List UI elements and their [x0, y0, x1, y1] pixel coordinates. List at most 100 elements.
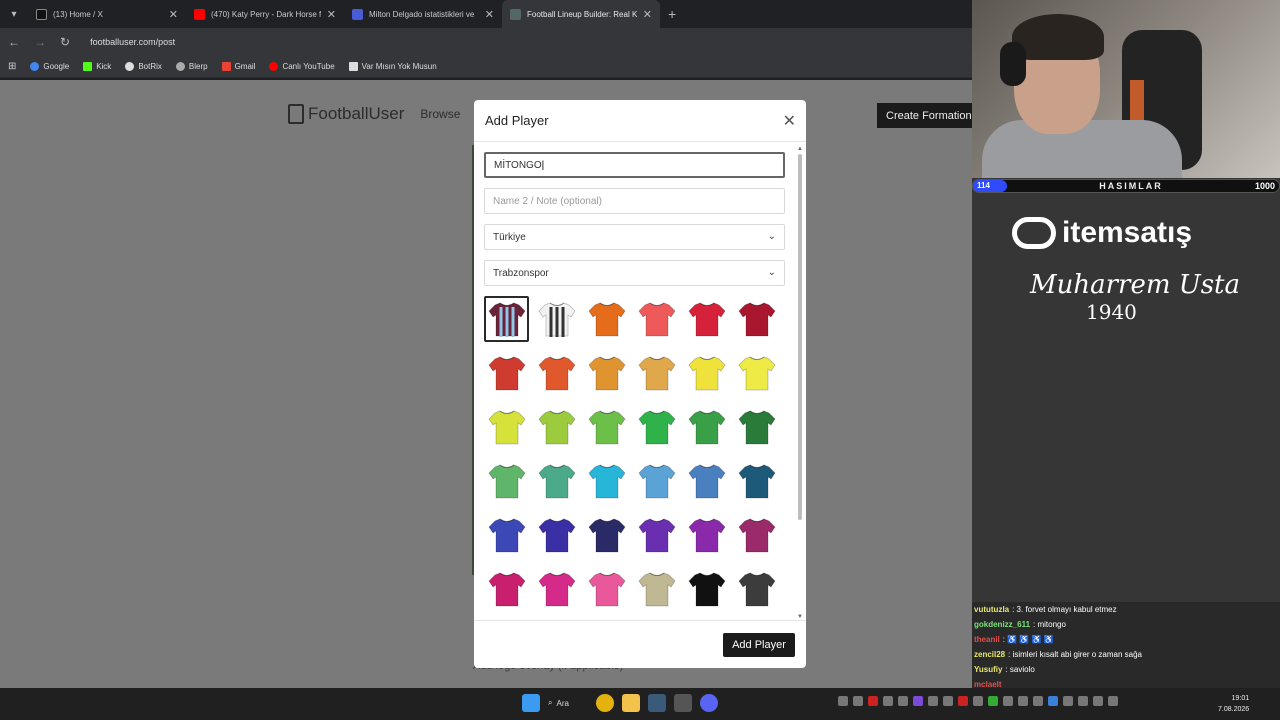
jersey-option[interactable] — [534, 350, 579, 396]
tab-search-icon[interactable]: ▾ — [0, 0, 28, 28]
tray-icon[interactable] — [898, 696, 908, 706]
jersey-option[interactable] — [484, 566, 529, 612]
jersey-option[interactable] — [684, 404, 729, 450]
jersey-option[interactable] — [484, 296, 529, 342]
tab-football-lineup[interactable]: Football Lineup Builder: Real Ki ✕ — [502, 0, 660, 28]
bookmark-varmisin[interactable]: Var Mısın Yok Musun — [348, 62, 437, 71]
folder-icon[interactable] — [622, 694, 640, 712]
jersey-option[interactable] — [584, 350, 629, 396]
new-tab-button[interactable]: + — [660, 6, 676, 22]
windows-start-icon[interactable] — [522, 694, 540, 712]
steam-icon[interactable] — [648, 694, 666, 712]
jersey-option[interactable] — [634, 566, 679, 612]
jersey-option[interactable] — [484, 512, 529, 558]
back-icon[interactable]: ← — [8, 35, 20, 49]
tray-icon[interactable] — [1018, 696, 1028, 706]
close-icon[interactable]: ✕ — [783, 111, 796, 131]
tray-icon[interactable] — [928, 696, 938, 706]
create-formation-button[interactable]: Create Formation — [877, 103, 972, 128]
volume-icon[interactable] — [1093, 696, 1103, 706]
battery-icon[interactable] — [1108, 696, 1118, 706]
tray-icon[interactable] — [1003, 696, 1013, 706]
close-icon[interactable]: ✕ — [169, 8, 178, 21]
jersey-option[interactable] — [634, 404, 679, 450]
jersey-option[interactable] — [634, 296, 679, 342]
add-player-button[interactable]: Add Player — [723, 633, 795, 657]
reload-icon[interactable]: ↻ — [60, 35, 70, 49]
bluetooth-icon[interactable] — [1048, 696, 1058, 706]
jersey-option[interactable] — [584, 512, 629, 558]
team-select[interactable]: Trabzonspor ⌄ — [484, 260, 785, 286]
jersey-option[interactable] — [634, 458, 679, 504]
wifi-icon[interactable] — [1078, 696, 1088, 706]
bookmark-google[interactable]: Google — [30, 62, 69, 71]
jersey-option[interactable] — [534, 458, 579, 504]
taskbar-clock[interactable]: 19:01 7.08.2026 — [1218, 693, 1249, 715]
jersey-icon — [587, 302, 626, 337]
tab-youtube[interactable]: (470) Katy Perry - Dark Horse ft ✕ — [186, 0, 344, 28]
tray-icon[interactable] — [883, 696, 893, 706]
tray-icon[interactable] — [838, 696, 848, 706]
discord-icon[interactable] — [700, 694, 718, 712]
tray-icon[interactable] — [1033, 696, 1043, 706]
site-logo[interactable]: FootballUser — [288, 104, 404, 124]
scroll-up-icon[interactable]: ▲ — [797, 146, 803, 152]
close-icon[interactable]: ✕ — [327, 8, 336, 21]
jersey-option[interactable] — [684, 566, 729, 612]
jersey-option[interactable] — [584, 566, 629, 612]
jersey-option[interactable] — [584, 296, 629, 342]
tray-icon[interactable] — [958, 696, 968, 706]
jersey-option[interactable] — [734, 566, 779, 612]
name2-note-input[interactable]: Name 2 / Note (optional) — [484, 188, 785, 214]
taskbar-search[interactable]: ⌕ Ara — [548, 698, 588, 708]
tray-icon[interactable] — [868, 696, 878, 706]
jersey-option[interactable] — [684, 458, 729, 504]
country-select[interactable]: Türkiye ⌄ — [484, 224, 785, 250]
jersey-option[interactable] — [584, 458, 629, 504]
tray-icon[interactable] — [988, 696, 998, 706]
bookmark-kick[interactable]: Kick — [83, 62, 111, 71]
jersey-option[interactable] — [734, 458, 779, 504]
close-icon[interactable]: ✕ — [485, 8, 494, 21]
tray-icon[interactable] — [853, 696, 863, 706]
jersey-option[interactable] — [684, 296, 729, 342]
bookmark-botrix[interactable]: BotRix — [125, 62, 162, 71]
app-icon[interactable] — [674, 694, 692, 712]
jersey-option[interactable] — [684, 512, 729, 558]
chrome-icon[interactable] — [596, 694, 614, 712]
jersey-option[interactable] — [734, 350, 779, 396]
bookmark-blerp[interactable]: Blerp — [175, 62, 208, 71]
close-icon[interactable]: ✕ — [643, 8, 652, 21]
tab-x[interactable]: (13) Home / X ✕ — [28, 0, 186, 28]
jersey-option[interactable] — [534, 512, 579, 558]
sponsor-logo: itemsatış — [1012, 216, 1192, 250]
scrollbar-thumb[interactable] — [798, 154, 802, 520]
url-field[interactable]: footballuser.com/post — [90, 37, 175, 47]
apps-icon[interactable]: ⊞ — [8, 61, 16, 72]
tab-milton[interactable]: Milton Delgado istatistikleri ve ✕ — [344, 0, 502, 28]
jersey-option[interactable] — [484, 404, 529, 450]
jersey-option[interactable] — [534, 566, 579, 612]
jersey-option[interactable] — [734, 404, 779, 450]
jersey-option[interactable] — [634, 350, 679, 396]
jersey-option[interactable] — [734, 512, 779, 558]
jersey-option[interactable] — [484, 458, 529, 504]
browser-tab-bar: ▾ (13) Home / X ✕ (470) Katy Perry - Dar… — [0, 0, 972, 28]
player-name-input[interactable]: MİTONGO | — [484, 152, 785, 178]
mic-icon[interactable] — [1063, 696, 1073, 706]
jersey-option[interactable] — [584, 404, 629, 450]
modal-scrollbar[interactable]: ▲ ▼ — [797, 146, 803, 620]
browse-link[interactable]: Browse — [420, 107, 460, 121]
bookmark-youtube[interactable]: Canlı YouTube — [269, 62, 335, 71]
tray-icon[interactable] — [973, 696, 983, 706]
jersey-option[interactable] — [534, 404, 579, 450]
jersey-option[interactable] — [684, 350, 729, 396]
jersey-option[interactable] — [634, 512, 679, 558]
jersey-option[interactable] — [534, 296, 579, 342]
bookmark-gmail[interactable]: Gmail — [221, 62, 255, 71]
jersey-option[interactable] — [734, 296, 779, 342]
tray-icon[interactable] — [913, 696, 923, 706]
tray-icon[interactable] — [943, 696, 953, 706]
jersey-option[interactable] — [484, 350, 529, 396]
forward-icon[interactable]: → — [34, 35, 46, 49]
